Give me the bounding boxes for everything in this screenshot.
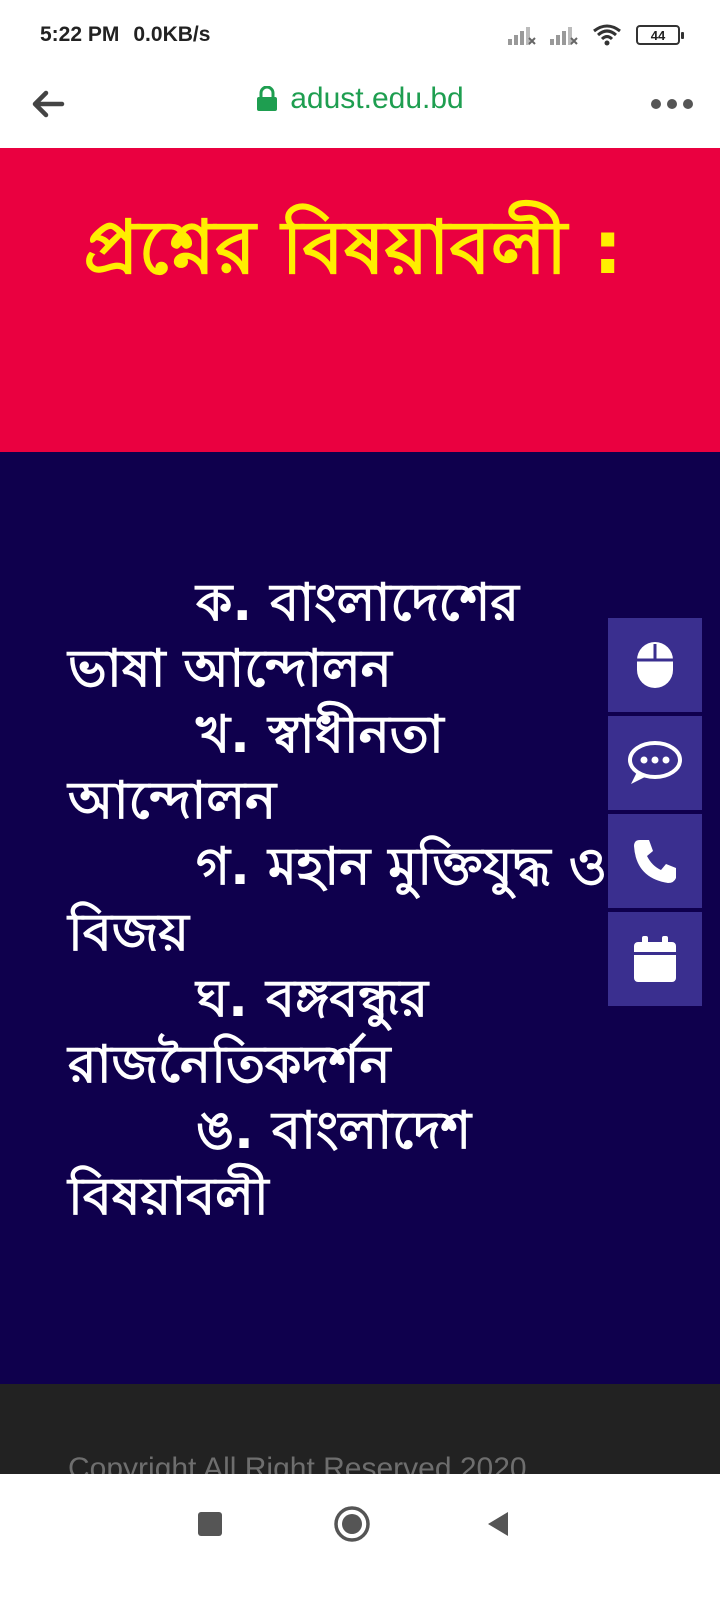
topic-tail: রাজনৈতিকদর্শন xyxy=(68,1035,391,1095)
page: 5:22 PM 0.0KB/s 44 adust.edu.bd প্রশ্নের… xyxy=(0,0,720,1600)
status-network-speed: 0.0KB/s xyxy=(133,23,211,46)
copyright-text: Copyright All Right Reserved 2020 xyxy=(68,1452,527,1474)
wifi-icon xyxy=(593,24,621,46)
navigation-bar xyxy=(0,1474,720,1600)
list-item: ঙ. বাংলাদেশ বিষয়াবলী xyxy=(68,1098,688,1230)
scroll-button[interactable] xyxy=(608,618,702,712)
browser-bar: adust.edu.bd xyxy=(0,70,720,148)
list-item: খ. স্বাধীনতা আন্দোলন xyxy=(68,702,688,834)
topic-tail: বিজয় xyxy=(68,903,189,963)
topic-head: ঘ. বঙ্গবন্ধুর xyxy=(196,969,429,1029)
address-bar[interactable]: adust.edu.bd xyxy=(0,82,720,116)
list-item: গ. মহান মুক্তিযুদ্ধ ও বিজয় xyxy=(68,834,688,966)
topic-tail: ভাষা আন্দোলন xyxy=(68,639,392,699)
calendar-button[interactable] xyxy=(608,912,702,1006)
topic-head: ঙ. বাংলাদেশ xyxy=(196,1101,472,1161)
signal-icon xyxy=(508,27,536,45)
footer: Copyright All Right Reserved 2020 xyxy=(0,1384,720,1474)
battery-level: 44 xyxy=(650,27,666,43)
mouse-icon xyxy=(637,642,673,688)
topic-head: গ. মহান মুক্তিযুদ্ধ ও xyxy=(196,837,608,897)
topic-tail: বিষয়াবলী xyxy=(68,1167,269,1227)
topic-head: খ. স্বাধীনতা xyxy=(196,705,444,765)
status-bar: 5:22 PM 0.0KB/s 44 xyxy=(0,0,720,70)
chat-icon xyxy=(628,741,682,784)
status-time: 5:22 PM xyxy=(40,23,120,46)
list-item: ঘ. বঙ্গবন্ধুর রাজনৈতিকদর্শন xyxy=(68,966,688,1098)
signal-icon xyxy=(550,27,578,45)
calendar-icon xyxy=(634,936,676,982)
topic-tail: আন্দোলন xyxy=(68,771,277,831)
topic-list: ক. বাংলাদেশের ভাষা আন্দোলন খ. স্বাধীনতা … xyxy=(68,570,688,1230)
floating-action-buttons xyxy=(608,618,702,1010)
home-icon[interactable] xyxy=(332,1504,372,1544)
status-left: 5:22 PM 0.0KB/s xyxy=(40,23,210,47)
call-button[interactable] xyxy=(608,814,702,908)
topic-head: ক. বাংলাদেশের xyxy=(196,573,519,633)
more-options-icon[interactable] xyxy=(648,84,696,124)
title-banner: প্রশ্নের বিষয়াবলী : xyxy=(0,148,720,452)
lock-icon xyxy=(257,86,278,111)
back-icon[interactable] xyxy=(478,1504,518,1544)
page-title: প্রশ্নের বিষয়াবলী : xyxy=(83,205,623,291)
list-item: ক. বাংলাদেশের ভাষা আন্দোলন xyxy=(68,570,688,702)
chat-button[interactable] xyxy=(608,716,702,810)
status-right: 44 xyxy=(508,23,684,47)
recent-apps-icon[interactable] xyxy=(190,1504,230,1544)
battery-icon: 44 xyxy=(636,25,684,45)
phone-icon xyxy=(634,840,676,883)
url-text: adust.edu.bd xyxy=(290,82,464,115)
